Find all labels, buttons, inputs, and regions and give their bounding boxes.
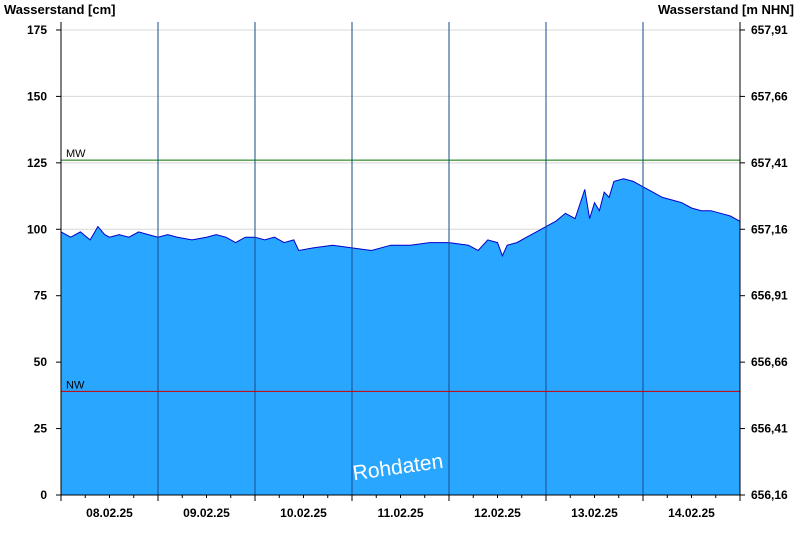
y-ticks-left: 0 25 50 75 100 125 150 175 [27,23,61,502]
left-axis-title: Wasserstand [cm] [4,2,116,17]
y-tick-label: 0 [40,488,47,502]
reference-label-nw: NW [66,379,85,391]
x-tick-label: 11.02.25 [377,506,423,520]
series-area-fill [61,178,740,496]
x-tick-label: 14.02.25 [668,506,715,520]
y-tick-label-right: 656,41 [751,422,788,436]
y-tick-label-right: 657,41 [751,156,788,170]
right-axis-title: Wasserstand [m NHN] [658,2,794,17]
y-tick-label-right: 657,66 [751,89,788,103]
y-tick-label: 175 [27,23,47,37]
x-tick-label: 09.02.25 [183,506,230,520]
y-ticks-right: 656,16 656,41 656,66 656,91 657,16 657,41 657,… [740,23,788,502]
y-tick-label: 50 [34,355,48,369]
y-tick-label-right: 656,91 [751,289,788,303]
y-tick-label: 150 [27,89,47,103]
y-tick-label: 100 [27,222,47,236]
y-tick-label-right: 657,91 [751,23,788,37]
water-level-chart: Wasserstand [cm] Wasserstand [m NHN] MW N… [4,2,794,520]
y-tick-label: 75 [34,289,48,303]
y-tick-label-right: 656,16 [751,488,788,502]
x-tick-label: 13.02.25 [571,506,618,520]
y-tick-label: 25 [34,422,48,436]
x-tick-label: 10.02.25 [280,506,327,520]
x-ticks: 08.02.25 09.02.25 10.02.25 11.02.25 12.02.25… [60,495,741,520]
x-tick-label: 12.02.25 [474,506,521,520]
reference-label-mw: MW [66,148,86,160]
y-tick-label-right: 656,66 [751,355,788,369]
data-area [60,178,741,496]
x-tick-label: 08.02.25 [86,506,133,520]
y-tick-label-right: 657,16 [751,222,788,236]
y-tick-label: 125 [27,156,47,170]
